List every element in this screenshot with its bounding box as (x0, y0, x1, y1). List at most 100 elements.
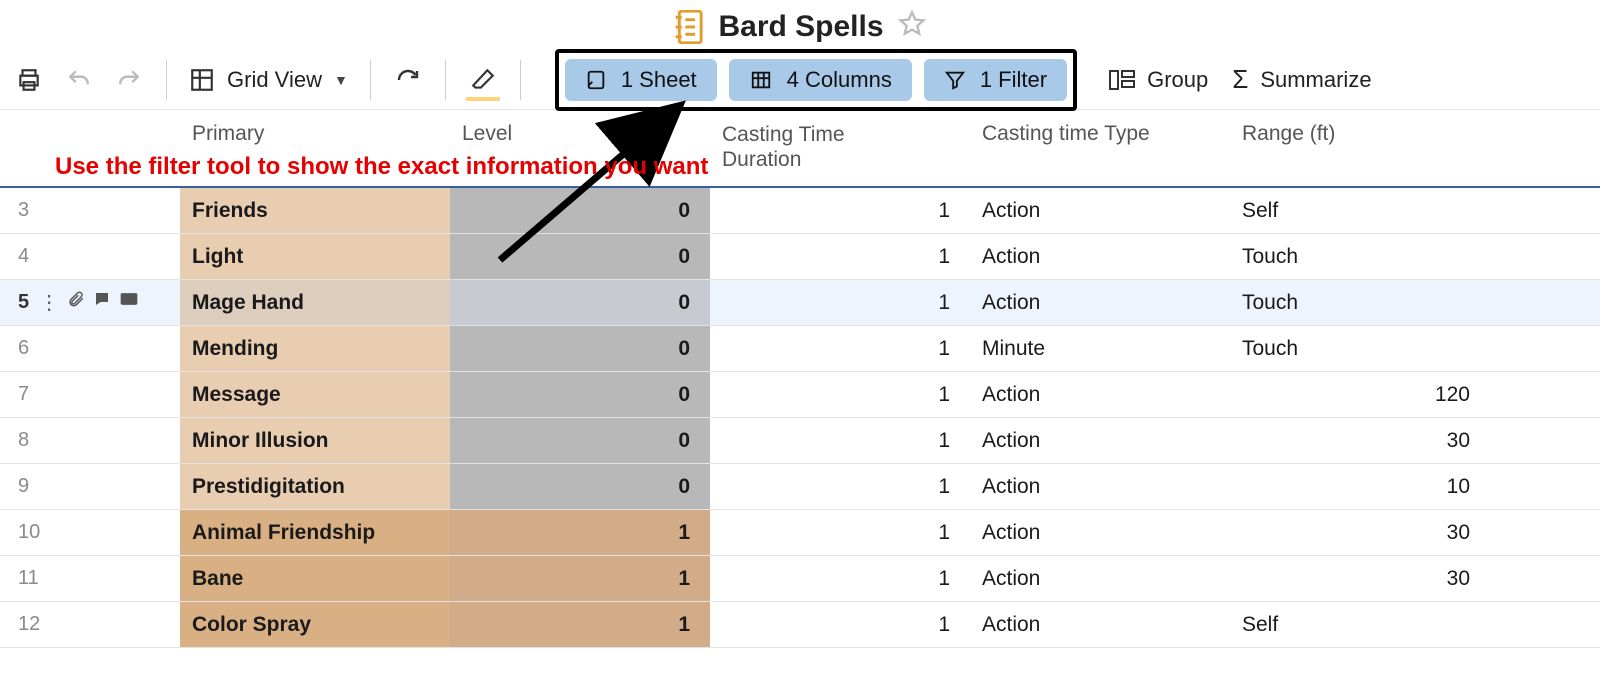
group-button[interactable]: Group (1101, 67, 1216, 93)
row-number[interactable]: 5⋮ (0, 280, 180, 325)
cell-range[interactable]: 30 (1230, 510, 1490, 555)
divider (370, 60, 371, 100)
row-number[interactable]: 8 (0, 418, 180, 463)
star-icon[interactable] (898, 10, 926, 44)
cell-level[interactable]: 1 (450, 602, 710, 647)
cell-range[interactable]: 120 (1230, 372, 1490, 417)
row-number[interactable]: 9 (0, 464, 180, 509)
cell-casting-type[interactable]: Action (970, 234, 1230, 279)
grid-view-selector[interactable]: Grid View ▼ (181, 67, 356, 93)
row-number[interactable]: 12 (0, 602, 180, 647)
header-range[interactable]: Range (ft) (1230, 110, 1490, 160)
redo-icon[interactable] (106, 57, 152, 103)
cell-level[interactable]: 0 (450, 234, 710, 279)
cell-primary[interactable]: Mending (180, 326, 450, 371)
row-number[interactable]: 3 (0, 188, 180, 233)
cell-casting-type[interactable]: Action (970, 372, 1230, 417)
table-row[interactable]: 5⋮ Mage Hand01ActionTouch (0, 280, 1600, 326)
group-label: Group (1147, 67, 1208, 93)
cell-casting-duration[interactable]: 1 (710, 326, 970, 371)
header-casting-duration[interactable]: Casting TimeDuration (710, 110, 970, 186)
cell-casting-duration[interactable]: 1 (710, 464, 970, 509)
cell-casting-type[interactable]: Minute (970, 326, 1230, 371)
row-number[interactable]: 6 (0, 326, 180, 371)
cell-level[interactable]: 0 (450, 188, 710, 233)
filter-pill[interactable]: 1 Filter (924, 59, 1067, 101)
sigma-icon: Σ (1232, 64, 1248, 95)
cell-casting-type[interactable]: Action (970, 556, 1230, 601)
cell-level[interactable]: 0 (450, 418, 710, 463)
cell-casting-type[interactable]: Action (970, 188, 1230, 233)
table-row[interactable]: 7Message01Action120 (0, 372, 1600, 418)
sheet-label: 1 Sheet (621, 67, 697, 93)
table-row[interactable]: 3Friends01ActionSelf (0, 188, 1600, 234)
table-row[interactable]: 12Color Spray11ActionSelf (0, 602, 1600, 648)
row-number[interactable]: 10 (0, 510, 180, 555)
table-row[interactable]: 4Light01ActionTouch (0, 234, 1600, 280)
cell-level[interactable]: 1 (450, 556, 710, 601)
highlighted-filter-group: 1 Sheet 4 Columns 1 Filter (555, 49, 1077, 111)
row-number[interactable]: 7 (0, 372, 180, 417)
print-icon[interactable] (6, 57, 52, 103)
cell-casting-duration[interactable]: 1 (710, 280, 970, 325)
cell-casting-duration[interactable]: 1 (710, 234, 970, 279)
header-casting-type[interactable]: Casting time Type (970, 110, 1230, 160)
cell-primary[interactable]: Bane (180, 556, 450, 601)
comment-icon[interactable] (93, 290, 111, 315)
cell-range[interactable]: Touch (1230, 326, 1490, 371)
cell-casting-duration[interactable]: 1 (710, 602, 970, 647)
table-row[interactable]: 11Bane11Action30 (0, 556, 1600, 602)
cell-casting-duration[interactable]: 1 (710, 418, 970, 463)
table-row[interactable]: 9Prestidigitation01Action10 (0, 464, 1600, 510)
cell-level[interactable]: 0 (450, 372, 710, 417)
table-row[interactable]: 10Animal Friendship11Action30 (0, 510, 1600, 556)
cell-primary[interactable]: Friends (180, 188, 450, 233)
cell-level[interactable]: 1 (450, 510, 710, 555)
cell-primary[interactable]: Minor Illusion (180, 418, 450, 463)
cell-range[interactable]: Touch (1230, 234, 1490, 279)
cell-range[interactable]: Self (1230, 188, 1490, 233)
cell-range[interactable]: 30 (1230, 556, 1490, 601)
grid-view-label: Grid View (227, 67, 322, 93)
cell-casting-type[interactable]: Action (970, 602, 1230, 647)
table-row[interactable]: 6Mending01MinuteTouch (0, 326, 1600, 372)
cell-casting-type[interactable]: Action (970, 510, 1230, 555)
cell-range[interactable]: Touch (1230, 280, 1490, 325)
cell-casting-duration[interactable]: 1 (710, 372, 970, 417)
summarize-button[interactable]: Σ Summarize (1224, 64, 1379, 95)
page-title[interactable]: Bard Spells (718, 10, 883, 44)
sheet-pill[interactable]: 1 Sheet (565, 59, 717, 101)
cell-primary[interactable]: Prestidigitation (180, 464, 450, 509)
cell-level[interactable]: 0 (450, 464, 710, 509)
cell-casting-type[interactable]: Action (970, 280, 1230, 325)
cell-primary[interactable]: Color Spray (180, 602, 450, 647)
cell-level[interactable]: 0 (450, 280, 710, 325)
drag-icon[interactable]: ⋮ (39, 290, 59, 315)
eraser-icon[interactable] (460, 57, 506, 103)
columns-pill[interactable]: 4 Columns (729, 59, 912, 101)
row-number[interactable]: 11 (0, 556, 180, 601)
table-row[interactable]: 8Minor Illusion01Action30 (0, 418, 1600, 464)
annotation-text: Use the filter tool to show the exact in… (55, 153, 708, 181)
cell-range[interactable]: 10 (1230, 464, 1490, 509)
cell-level[interactable]: 0 (450, 326, 710, 371)
cell-casting-type[interactable]: Action (970, 418, 1230, 463)
cell-casting-type[interactable]: Action (970, 464, 1230, 509)
title-bar: Bard Spells (0, 0, 1600, 50)
cell-range[interactable]: Self (1230, 602, 1490, 647)
card-icon[interactable] (119, 290, 139, 315)
cell-primary[interactable]: Message (180, 372, 450, 417)
undo-icon[interactable] (56, 57, 102, 103)
refresh-icon[interactable] (385, 57, 431, 103)
cell-range[interactable]: 30 (1230, 418, 1490, 463)
cell-primary[interactable]: Mage Hand (180, 280, 450, 325)
cell-casting-duration[interactable]: 1 (710, 510, 970, 555)
cell-casting-duration[interactable]: 1 (710, 188, 970, 233)
attachment-icon[interactable] (67, 290, 85, 315)
cell-primary[interactable]: Animal Friendship (180, 510, 450, 555)
row-action-icons[interactable]: ⋮ (39, 290, 139, 315)
data-grid[interactable]: 3Friends01ActionSelf4Light01ActionTouch5… (0, 188, 1600, 648)
row-number[interactable]: 4 (0, 234, 180, 279)
cell-primary[interactable]: Light (180, 234, 450, 279)
cell-casting-duration[interactable]: 1 (710, 556, 970, 601)
